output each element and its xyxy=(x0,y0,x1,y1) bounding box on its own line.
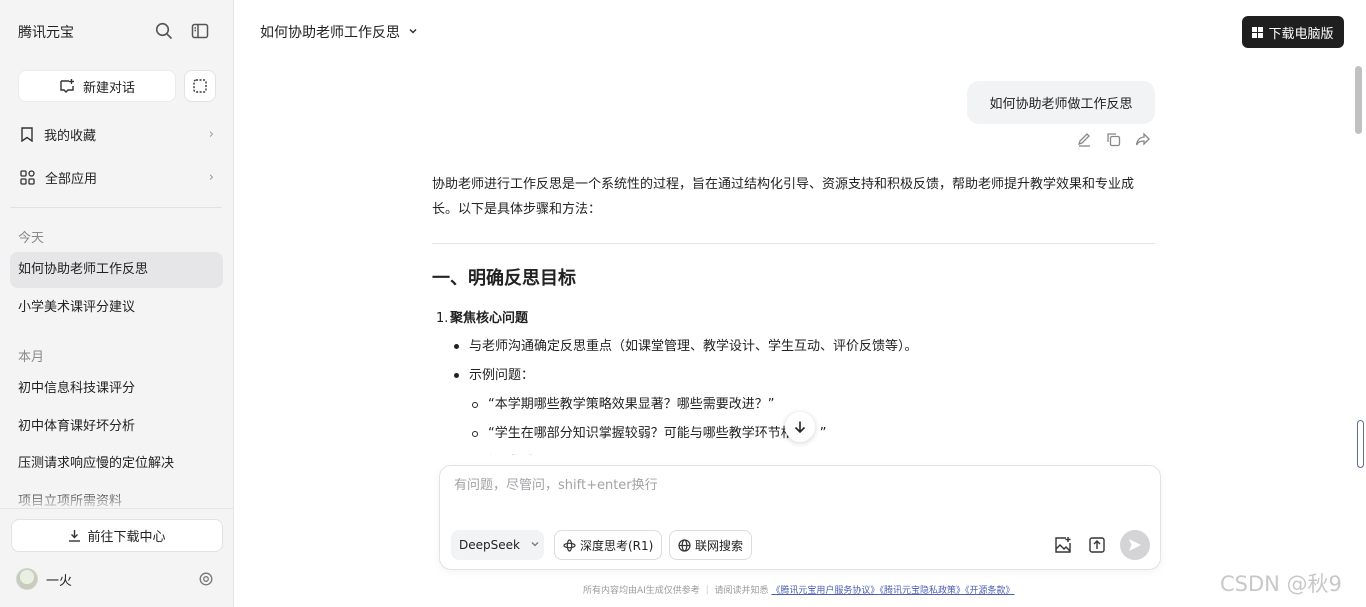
download-desktop-button[interactable]: 下载电脑版 xyxy=(1242,16,1344,48)
list-item: 1. 聚焦核心问题 xyxy=(432,304,1155,332)
answer-intro: 协助老师进行工作反思是一个系统性的过程，旨在通过结构化引导、资源支持和积极反馈，… xyxy=(432,177,1135,217)
list-item-title: 聚焦核心问题 xyxy=(450,310,529,326)
model-label: DeepSeek xyxy=(459,538,520,552)
nav-all-apps[interactable]: 全部应用 › xyxy=(10,160,224,194)
nav-favorites-label: 我的收藏 xyxy=(44,128,97,144)
terms-link[interactable]: 《腾讯元宝用户服务协议》 xyxy=(771,586,879,596)
scrollbar-thumb[interactable] xyxy=(1355,66,1362,134)
history-item[interactable]: 小学美术课评分建议 xyxy=(10,290,223,326)
model-selector[interactable]: DeepSeek xyxy=(451,530,544,560)
web-search-toggle[interactable]: 联网搜索 xyxy=(669,530,753,560)
download-desktop-label: 下载电脑版 xyxy=(1268,26,1334,42)
atom-icon xyxy=(563,538,576,552)
sub-bullet-text: “学生在哪部分知识掌握较弱？可能与哪些教学环节相关？” xyxy=(488,426,827,441)
nav-favorites[interactable]: 我的收藏 › xyxy=(10,117,224,151)
sub-bullet-text: “本学期哪些教学策略效果显著？哪些需要改进？” xyxy=(488,397,775,412)
footer-note-text: 所有内容均由AI生成仅供参考 ｜ 请阅读并知悉 xyxy=(583,586,769,596)
globe-icon xyxy=(678,538,691,552)
divider xyxy=(10,207,222,208)
bullet-text: 与老师沟通确定反思重点（如课堂管理、教学设计、学生互动、评价反馈等）。 xyxy=(469,339,918,354)
bullet-icon xyxy=(454,373,459,378)
divider xyxy=(0,508,233,509)
download-center-button[interactable]: 前往下载中心 xyxy=(11,519,223,552)
user-profile[interactable]: 一火 xyxy=(16,568,72,590)
list-number: 1. xyxy=(436,310,449,326)
sidebar: 腾讯元宝 新建对话 我的收藏 › 全部应用 › 今天 如何协助老师工作反思 小学… xyxy=(0,0,234,607)
apps-icon xyxy=(20,169,35,185)
history-item[interactable]: 初中体育课好坏分析 xyxy=(10,409,223,445)
section-today: 今天 xyxy=(18,231,45,246)
list-item: 示例问题： xyxy=(432,361,1155,390)
edit-icon[interactable] xyxy=(1077,132,1093,148)
screenshot-button[interactable] xyxy=(184,70,216,102)
scrollbar-indicator[interactable] xyxy=(1357,420,1364,468)
privacy-link[interactable]: 《腾讯元宝隐私政策》 xyxy=(879,586,965,596)
deep-think-label: 深度思考(R1) xyxy=(580,538,654,553)
download-center-label: 前往下载中心 xyxy=(87,530,166,545)
send-button[interactable] xyxy=(1120,530,1150,560)
file-upload-icon[interactable] xyxy=(1088,536,1106,554)
bookmark-icon xyxy=(21,126,33,142)
arrow-down-icon xyxy=(794,421,806,434)
answer-heading: 一、明确反思目标 xyxy=(432,268,576,289)
bullet-icon xyxy=(454,344,459,349)
bullet-icon xyxy=(472,401,478,408)
bullet-text: 示例问题： xyxy=(469,368,535,383)
user-message-text: 如何协助老师做工作反思 xyxy=(989,97,1133,112)
web-search-label: 联网搜索 xyxy=(695,538,744,553)
chevron-right-icon: › xyxy=(208,169,214,185)
download-icon xyxy=(69,530,81,542)
user-name: 一火 xyxy=(46,573,73,589)
divider xyxy=(432,243,1155,244)
share-icon[interactable] xyxy=(1135,132,1151,148)
conversation-title: 如何协助老师工作反思 xyxy=(260,25,400,41)
chevron-down-icon xyxy=(408,26,418,39)
settings-icon[interactable] xyxy=(199,571,213,590)
message-input[interactable] xyxy=(454,478,1134,493)
history-item[interactable]: 初中信息科技课评分 xyxy=(10,371,223,407)
screenshot-icon xyxy=(193,79,207,93)
windows-icon xyxy=(1252,26,1264,38)
new-chat-icon xyxy=(60,79,74,93)
section-this-month: 本月 xyxy=(18,350,45,365)
avatar xyxy=(16,568,38,590)
send-icon xyxy=(1129,539,1141,551)
history-item[interactable]: 如何协助老师工作反思 xyxy=(10,252,223,288)
chevron-down-icon xyxy=(530,539,544,552)
chevron-right-icon: › xyxy=(208,126,214,142)
footer-disclaimer: 所有内容均由AI生成仅供参考 ｜ 请阅读并知悉 《腾讯元宝用户服务协议》《腾讯元… xyxy=(583,583,1014,596)
conversation-title-dropdown[interactable]: 如何协助老师工作反思 xyxy=(260,22,418,42)
copy-icon[interactable] xyxy=(1106,132,1122,148)
open-source-link[interactable]: 《开源条款》 xyxy=(965,586,1015,596)
nav-all-apps-label: 全部应用 xyxy=(45,171,98,187)
deep-think-toggle[interactable]: 深度思考(R1) xyxy=(554,530,663,560)
new-chat-label: 新建对话 xyxy=(82,80,135,96)
image-upload-icon[interactable] xyxy=(1054,536,1072,554)
list-item: 与老师沟通确定反思重点（如课堂管理、教学设计、学生互动、评价反馈等）。 xyxy=(432,332,1155,361)
bullet-icon xyxy=(472,430,478,437)
watermark: CSDN @秋9 xyxy=(1220,572,1342,596)
history-item[interactable]: 压测请求响应慢的定位解决 xyxy=(10,446,223,482)
new-chat-button[interactable]: 新建对话 xyxy=(18,70,176,102)
scroll-to-bottom-button[interactable] xyxy=(785,412,815,442)
user-message: 如何协助老师做工作反思 xyxy=(967,81,1155,124)
search-icon[interactable] xyxy=(153,20,175,42)
collapse-sidebar-icon[interactable] xyxy=(189,20,211,42)
brand-title: 腾讯元宝 xyxy=(18,25,74,41)
composer: DeepSeek 深度思考(R1) 联网搜索 xyxy=(439,465,1161,570)
